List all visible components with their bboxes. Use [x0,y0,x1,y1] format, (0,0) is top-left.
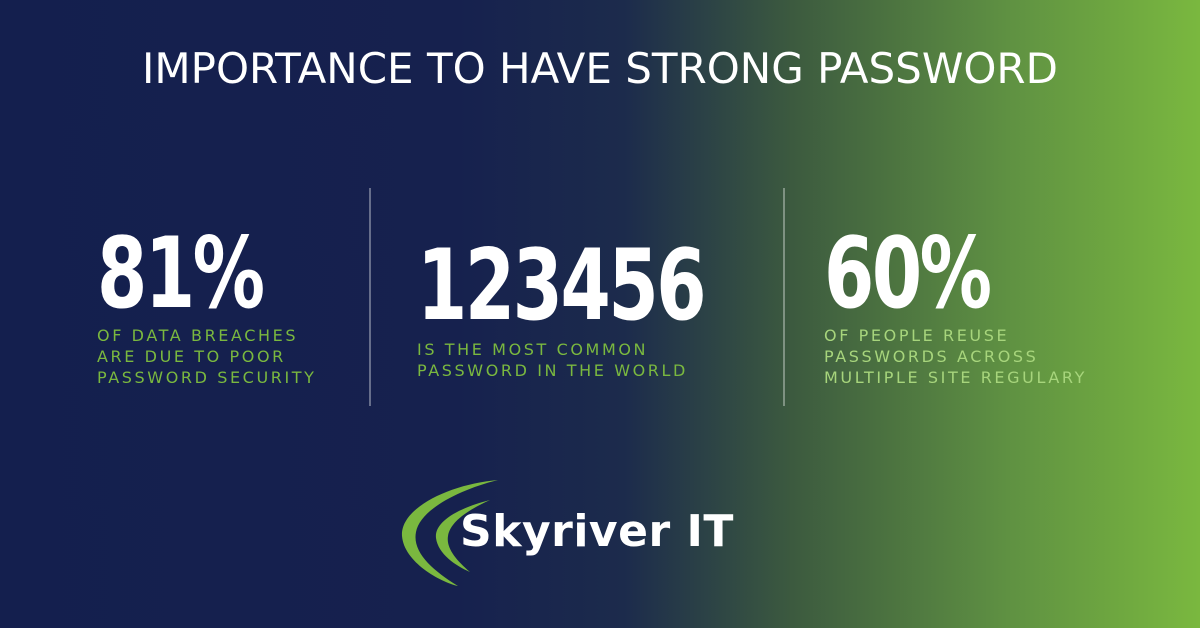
stat-value: 81% [97,217,265,331]
stat-common-password: 123456 IS THE MOST COMMON PASSWORD IN TH… [417,237,767,381]
stat-description-line: MULTIPLE SITE REGULARY [824,368,1087,387]
stat-description-line: PASSWORD IN THE WORLD [417,361,688,380]
stat-value: 60% [824,217,992,331]
brand-logo: Skyriver IT [398,478,758,588]
stat-value: 123456 [417,229,707,343]
stat-password-reuse: 60% OF PEOPLE REUSE PASSWORDS ACROSS MUL… [824,225,1087,388]
stat-description-line: ARE DUE TO POOR [97,347,286,366]
divider [783,188,785,406]
stat-description-line: PASSWORDS ACROSS [824,347,1039,366]
stat-description: OF DATA BREACHES ARE DUE TO POOR PASSWOR… [97,325,317,388]
divider [369,188,371,406]
page-title: IMPORTANCE TO HAVE STRONG PASSWORD [142,44,1058,93]
logo-wordmark: Skyriver IT [460,506,734,557]
stat-description: IS THE MOST COMMON PASSWORD IN THE WORLD [417,339,767,381]
stat-description: OF PEOPLE REUSE PASSWORDS ACROSS MULTIPL… [824,325,1087,388]
stat-description-line: PASSWORD SECURITY [97,368,317,387]
stat-data-breaches: 81% OF DATA BREACHES ARE DUE TO POOR PAS… [97,225,317,388]
